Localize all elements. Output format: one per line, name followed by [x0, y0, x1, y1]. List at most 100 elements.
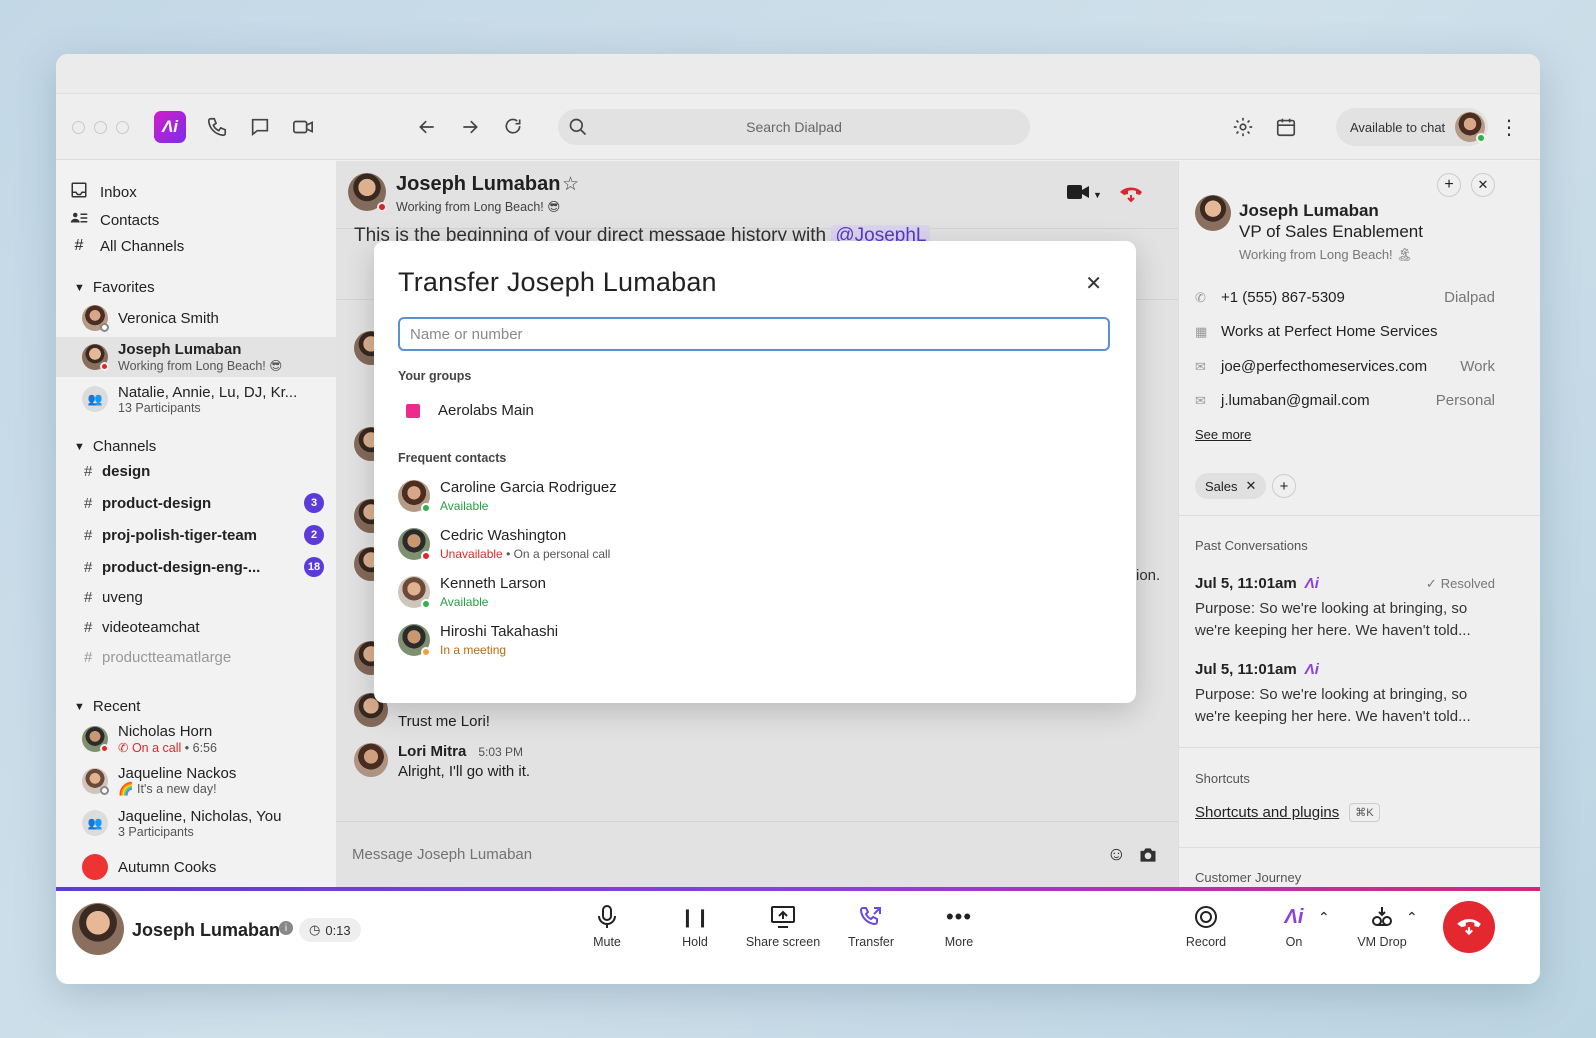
favorite-item-joseph[interactable]: Joseph Lumaban Working from Long Beach! …: [56, 337, 336, 377]
info-icon[interactable]: i: [279, 921, 293, 935]
button-label: Share screen: [745, 935, 821, 949]
sidebar-item-all-channels[interactable]: # All Channels: [70, 237, 185, 255]
channel-item[interactable]: # product-design 3: [84, 493, 324, 513]
avatar: [398, 528, 431, 561]
hash-icon: #: [84, 526, 93, 544]
conversation-summary: Purpose: So we're looking at bringing, s…: [1195, 686, 1471, 725]
close-window-button[interactable]: [72, 121, 85, 134]
group-name: Aerolabs Main: [438, 402, 534, 419]
mute-button[interactable]: Mute: [567, 905, 647, 949]
contact-item[interactable]: Cedric Washington Unavailable • On a per…: [398, 527, 610, 561]
group-item[interactable]: Aerolabs Main: [406, 402, 534, 419]
conversation-name: Autumn Cooks: [118, 858, 217, 876]
chevron-up-icon[interactable]: ⌃: [1406, 909, 1418, 926]
ai-icon: Λi: [1284, 905, 1304, 928]
dialpad-logo-icon[interactable]: Λi: [154, 111, 186, 143]
section-title: Recent: [92, 698, 141, 715]
email-address: joe@perfecthomeservices.com: [1221, 358, 1428, 375]
more-button[interactable]: ••• More: [919, 904, 999, 949]
call-duration: 0:13: [325, 922, 351, 938]
sidebar-item-label: Contacts: [100, 211, 160, 229]
collapse-triangle-icon: ▼: [74, 440, 85, 453]
favorites-section-header[interactable]: ▼ Favorites: [74, 279, 155, 296]
calendar-icon[interactable]: [1273, 114, 1299, 140]
channel-item[interactable]: # productteamatlarge: [84, 649, 324, 666]
favorite-item-group[interactable]: 👥 Natalie, Annie, Lu, DJ, Kr... 13 Parti…: [56, 379, 336, 419]
back-arrow-icon[interactable]: [414, 114, 440, 140]
user-avatar: [1455, 112, 1487, 143]
participant-count: 13 Participants: [118, 400, 201, 415]
favorite-item-veronica[interactable]: Veronica Smith: [56, 299, 336, 337]
shortcuts-row[interactable]: Shortcuts and plugins ⌘K: [1195, 803, 1380, 822]
group-color-swatch: [406, 403, 420, 418]
channel-item[interactable]: # design: [84, 463, 324, 480]
conversation-name: Jaqueline, Nicholas, You: [118, 807, 282, 825]
building-icon: ▦: [1195, 323, 1208, 339]
sidebar-item-contacts[interactable]: Contacts: [70, 209, 159, 231]
hangup-button[interactable]: [1443, 901, 1495, 953]
video-icon[interactable]: [290, 114, 316, 140]
recent-item[interactable]: Autumn Cooks: [56, 847, 336, 887]
channels-section-header[interactable]: ▼ Channels: [74, 438, 156, 455]
contact-item[interactable]: Kenneth Larson Available: [398, 575, 546, 609]
phone-number: +1 (555) 867-5309: [1221, 289, 1345, 306]
search-bar[interactable]: Search Dialpad: [558, 109, 1030, 145]
recent-section-header[interactable]: ▼ Recent: [74, 698, 140, 715]
recent-item[interactable]: Nicholas Horn ✆ On a call • 6:56: [56, 719, 336, 759]
tag-chip[interactable]: Sales ✕: [1195, 473, 1267, 499]
channel-item[interactable]: # uveng: [84, 589, 324, 606]
search-placeholder: Search Dialpad: [746, 119, 842, 135]
hash-icon: #: [84, 558, 93, 576]
phone-call-icon: ✆: [118, 741, 132, 755]
hash-icon: #: [84, 494, 93, 512]
close-icon[interactable]: ✕: [1085, 271, 1102, 296]
transfer-search-input[interactable]: [398, 317, 1110, 351]
availability-label: Available to chat: [1350, 119, 1446, 135]
channel-name: product-design-eng-...: [102, 558, 261, 576]
profile-avatar: [1195, 195, 1231, 231]
availability-button[interactable]: Available to chat: [1336, 108, 1488, 146]
transfer-button[interactable]: Transfer: [831, 905, 911, 949]
contact-item[interactable]: Caroline Garcia Rodriguez Available: [398, 479, 617, 513]
maximize-window-button[interactable]: [116, 121, 129, 134]
close-panel-icon[interactable]: ✕: [1471, 173, 1495, 197]
recent-item[interactable]: 👥 Jaqueline, Nicholas, You 3 Participant…: [56, 803, 336, 843]
refresh-icon[interactable]: [500, 114, 526, 140]
conversation-header[interactable]: Jul 5, 11:01am Λi ✓ Resolved: [1195, 575, 1495, 592]
conversation-status: Working from Long Beach! 😎: [118, 359, 283, 373]
add-icon[interactable]: +: [1437, 173, 1461, 197]
avatar: [82, 305, 109, 332]
chat-bubble-icon[interactable]: [247, 114, 273, 140]
conversation-header[interactable]: Jul 5, 11:01am Λi: [1195, 661, 1495, 678]
shortcuts-link[interactable]: Shortcuts and plugins: [1195, 804, 1339, 821]
more-vertical-icon[interactable]: ⋮: [1496, 114, 1522, 140]
unread-badge: 3: [304, 493, 324, 513]
sidebar-item-inbox[interactable]: Inbox: [70, 181, 137, 203]
remove-tag-icon[interactable]: ✕: [1246, 478, 1257, 494]
hash-icon: #: [84, 589, 93, 606]
phone-row[interactable]: ✆ +1 (555) 867-5309 Dialpad: [1195, 289, 1495, 306]
hold-button[interactable]: ❙❙ Hold: [655, 905, 735, 950]
button-label: On: [1285, 935, 1303, 949]
see-more-link[interactable]: See more: [1195, 427, 1251, 442]
chevron-up-icon[interactable]: ⌃: [1318, 909, 1330, 926]
email-row[interactable]: ✉ joe@perfecthomeservices.com Work: [1195, 358, 1495, 375]
contact-item[interactable]: Hiroshi Takahashi In a meeting: [398, 623, 558, 657]
gear-icon[interactable]: [1230, 114, 1256, 140]
phone-icon[interactable]: [204, 114, 230, 140]
record-button[interactable]: Record: [1166, 905, 1246, 949]
channel-item[interactable]: # proj-polish-tiger-team 2: [84, 525, 324, 545]
channel-item[interactable]: # videoteamchat: [84, 619, 324, 636]
channel-item[interactable]: # product-design-eng-... 18: [84, 557, 324, 577]
minimize-window-button[interactable]: [94, 121, 107, 134]
channel-name: uveng: [102, 589, 143, 606]
profile-status: Working from Long Beach! 🏝: [1239, 247, 1413, 262]
conversation-status: 🌈 It's a new day!: [118, 782, 217, 796]
recent-item[interactable]: Jaqueline Nackos 🌈 It's a new day!: [56, 761, 336, 801]
caller-name: Joseph Lumaban: [132, 920, 281, 940]
share-screen-button[interactable]: Share screen: [743, 905, 823, 949]
forward-arrow-icon[interactable]: [457, 114, 483, 140]
email-row[interactable]: ✉ j.lumaban@gmail.com Personal: [1195, 392, 1495, 409]
add-tag-button[interactable]: +: [1272, 474, 1296, 498]
call-control-bar: Joseph Lumaban i ◷ 0:13 Mute ❙❙ Hold Sha…: [56, 887, 1540, 984]
